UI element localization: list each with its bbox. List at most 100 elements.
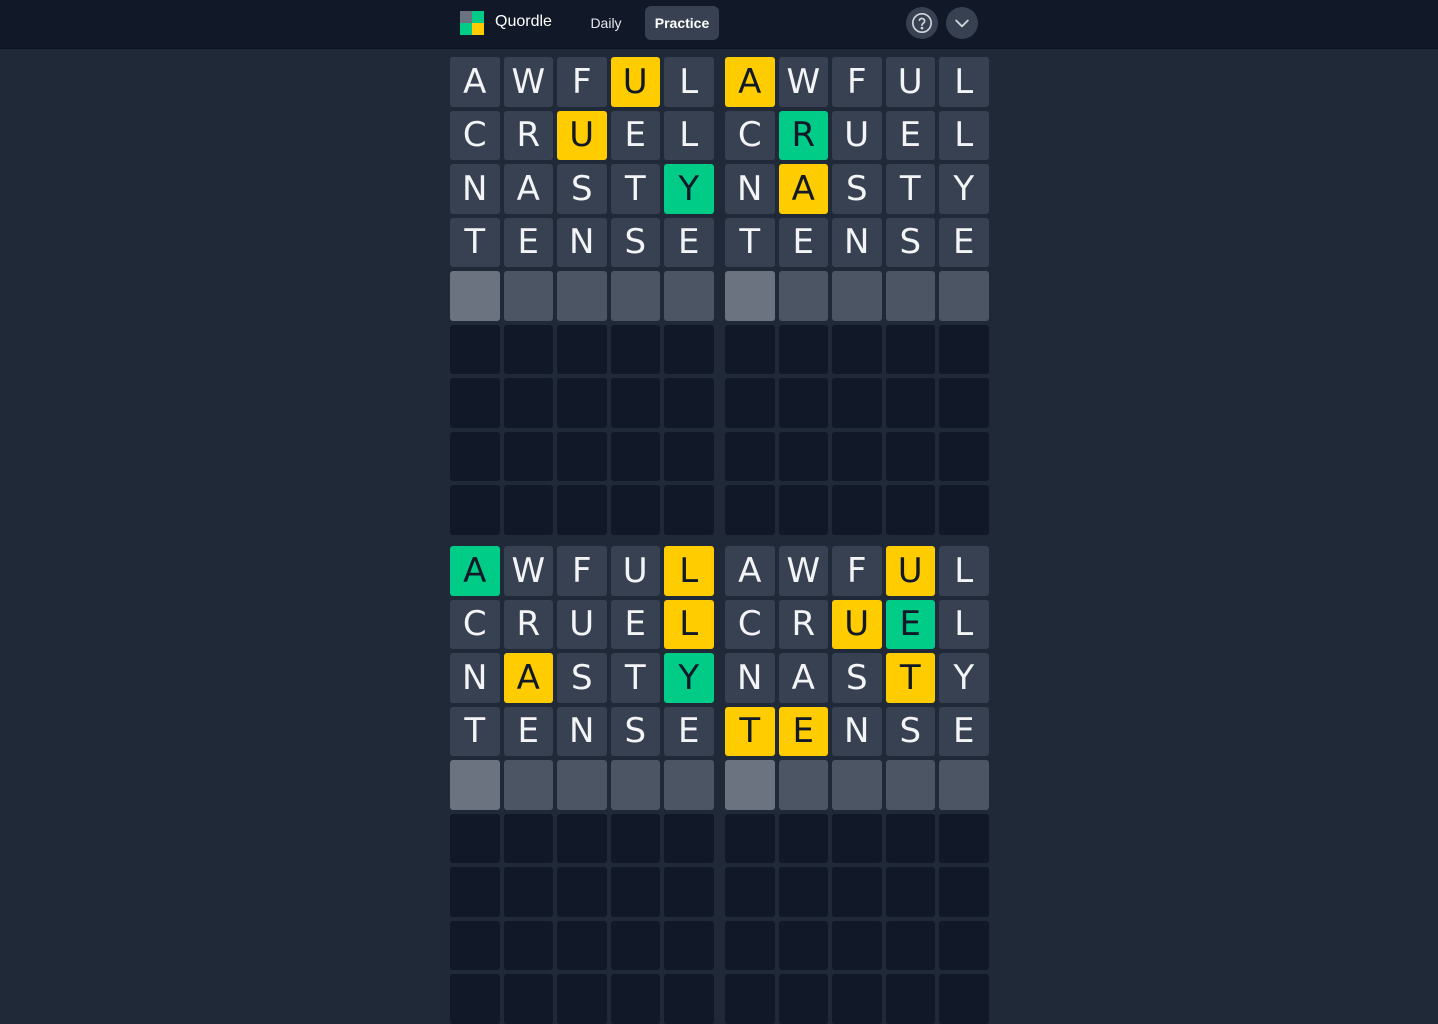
letter-tile: C [725,599,775,649]
letter-tile: U [557,110,607,160]
logo-cell [472,11,484,23]
letter-tile: W [503,546,553,596]
letter-tile: L [664,110,714,160]
letter-tile: A [450,57,500,107]
empty-tile [664,485,714,535]
empty-tile [503,324,553,374]
letter-tile: E [939,706,989,756]
letter-tile: S [557,653,607,703]
empty-tile [610,431,660,481]
letter-tile: C [725,110,775,160]
nav-practice-link[interactable]: Practice [645,6,719,40]
menu-toggle-button[interactable] [946,7,978,39]
current-row-tile [778,760,828,810]
empty-tile [610,813,660,863]
letter-tile: T [610,164,660,214]
empty-tile [832,974,882,1024]
empty-tile [664,867,714,917]
letter-tile: C [450,110,500,160]
current-row-tile [885,760,935,810]
letter-tile: E [939,217,989,267]
letter-tile: R [778,599,828,649]
current-row-tile [939,271,989,321]
empty-tile [610,920,660,970]
empty-tile [778,813,828,863]
empty-tile [778,431,828,481]
logo-cell [472,23,484,35]
letter-tile: N [557,706,607,756]
letter-tile: L [939,57,989,107]
letter-tile: U [610,57,660,107]
nav-daily-link[interactable]: Daily [576,6,636,40]
empty-tile [503,485,553,535]
empty-tile [664,813,714,863]
empty-tile [725,431,775,481]
empty-tile [885,485,935,535]
brand-name[interactable]: Quordle [495,13,552,31]
letter-tile: N [725,164,775,214]
empty-tile [557,431,607,481]
empty-tile [885,431,935,481]
current-row-tile [778,271,828,321]
chevron-down-icon [955,19,969,28]
current-row-tile [503,760,553,810]
letter-tile: S [610,706,660,756]
letter-tile: A [778,164,828,214]
game-board-bottom-left: AWFULCRUELNASTYTENSE [450,546,714,1024]
empty-tile [832,485,882,535]
empty-tile [664,920,714,970]
letter-tile: U [832,110,882,160]
letter-tile: L [939,110,989,160]
empty-tile [450,974,500,1024]
empty-tile [450,813,500,863]
empty-tile [778,867,828,917]
empty-tile [557,813,607,863]
letter-tile: Y [939,653,989,703]
letter-tile: L [664,546,714,596]
letter-tile: T [885,164,935,214]
empty-tile [832,378,882,428]
letter-tile: N [557,217,607,267]
letter-tile: S [885,217,935,267]
letter-tile: N [832,217,882,267]
empty-tile [503,813,553,863]
letter-tile: N [450,164,500,214]
empty-tile [557,920,607,970]
current-row-tile [450,760,500,810]
letter-tile: R [503,110,553,160]
letter-tile: T [450,706,500,756]
empty-tile [778,920,828,970]
letter-tile: E [503,706,553,756]
letter-tile: S [610,217,660,267]
logo-cell [460,23,472,35]
empty-tile [610,974,660,1024]
letter-tile: T [885,653,935,703]
letter-tile: L [939,599,989,649]
empty-tile [832,867,882,917]
letter-tile: W [503,57,553,107]
empty-tile [778,974,828,1024]
current-row-tile [939,760,989,810]
game-board-top-left: AWFULCRUELNASTYTENSE [450,57,714,535]
help-button[interactable] [906,7,938,39]
letter-tile: F [557,57,607,107]
empty-tile [725,974,775,1024]
current-row-tile [610,760,660,810]
letter-tile: N [450,653,500,703]
letter-tile: A [725,57,775,107]
quordle-logo[interactable] [460,11,484,35]
game-board-bottom-right: AWFULCRUELNASTYTENSE [725,546,989,1024]
empty-tile [832,324,882,374]
letter-tile: W [778,546,828,596]
empty-tile [832,431,882,481]
current-row-tile [557,271,607,321]
empty-tile [725,867,775,917]
letter-tile: A [503,164,553,214]
empty-tile [610,324,660,374]
empty-tile [885,867,935,917]
letter-tile: U [885,57,935,107]
empty-tile [503,974,553,1024]
empty-tile [503,378,553,428]
empty-tile [557,867,607,917]
letter-tile: E [778,706,828,756]
